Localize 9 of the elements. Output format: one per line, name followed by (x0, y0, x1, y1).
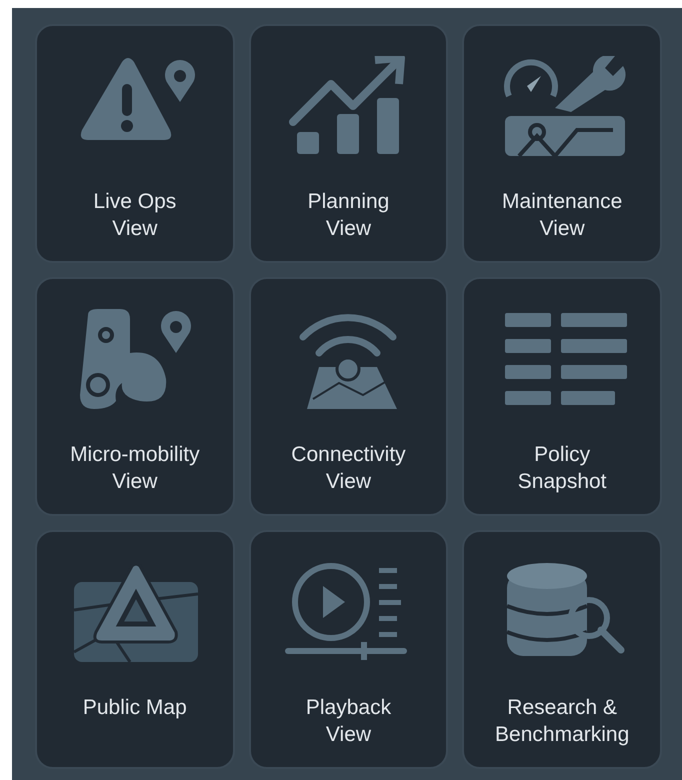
view-tile[interactable]: Public Map (35, 530, 235, 769)
view-tile[interactable]: Playback View (248, 530, 448, 769)
view-tile[interactable]: Maintenance View (462, 24, 662, 263)
view-tile[interactable]: Planning View (248, 24, 448, 263)
view-tile[interactable]: Live Ops View (35, 24, 235, 263)
view-tile[interactable]: Research & Benchmarking (462, 530, 662, 769)
view-tile[interactable]: Micro-mobility View (35, 277, 235, 516)
view-tile[interactable]: Connectivity View (248, 277, 448, 516)
view-tile[interactable]: Policy Snapshot (462, 277, 662, 516)
